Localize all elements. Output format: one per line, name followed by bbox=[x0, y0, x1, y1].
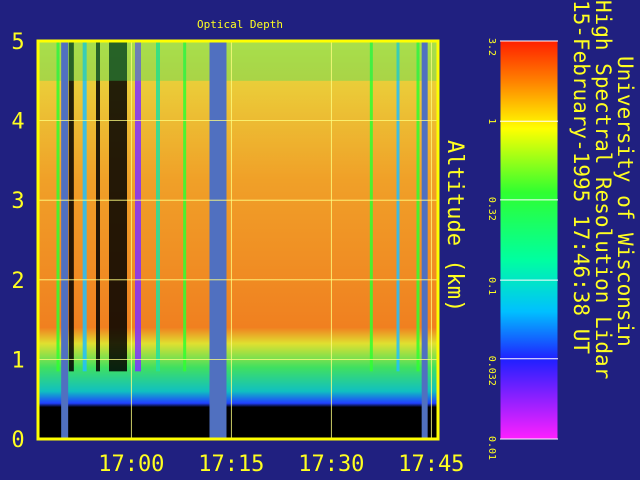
y-axis-ticks: 0 1 2 3 4 5 bbox=[11, 30, 24, 453]
cloud-streak bbox=[82, 41, 87, 372]
data-gap bbox=[421, 41, 428, 439]
colorbar-tick-label: 0.032 bbox=[486, 356, 497, 386]
cloud-streak bbox=[369, 41, 373, 372]
y-axis-label: Altitude (km) bbox=[442, 140, 467, 312]
cloud-streak bbox=[56, 41, 60, 372]
upper-noise-band bbox=[38, 41, 438, 81]
y-tick-label: 1 bbox=[11, 348, 24, 373]
cloud-streak bbox=[183, 41, 187, 372]
x-axis-ticks: 17:00 17:15 17:30 17:45 bbox=[98, 452, 464, 477]
cloud-streak bbox=[68, 41, 74, 372]
colorbar-tick-label: 0.1 bbox=[486, 277, 497, 295]
cloud-streak bbox=[156, 41, 160, 372]
chart-title: Optical Depth bbox=[197, 18, 283, 31]
y-tick-label: 4 bbox=[11, 110, 24, 135]
institution-label: University of Wisconsin bbox=[613, 56, 637, 347]
colorbar-tick-label: 3.2 bbox=[486, 38, 497, 56]
instrument-label: High Spectral Resolution Lidar bbox=[591, 0, 615, 379]
x-tick-label: 17:45 bbox=[398, 452, 464, 477]
cloud-streak bbox=[135, 41, 141, 372]
x-tick-label: 17:15 bbox=[198, 452, 264, 477]
data-gap bbox=[209, 41, 227, 439]
y-tick-label: 2 bbox=[11, 269, 24, 294]
colorbar-tick-label: 0.32 bbox=[486, 197, 497, 221]
cloud-streak bbox=[96, 41, 100, 372]
cloud-streak bbox=[416, 41, 420, 372]
x-tick-label: 17:00 bbox=[98, 452, 164, 477]
colorbar-tick-label: 0.01 bbox=[486, 436, 497, 460]
lidar-figure: Optical Depth 0 1 2 3 4 5 17:00 17:15 17:30 17:4… bbox=[11, 0, 637, 477]
x-tick-label: 17:30 bbox=[298, 452, 364, 477]
cloud-streak bbox=[109, 41, 127, 372]
colorbar-tick-label: 1 bbox=[486, 118, 497, 124]
y-tick-label: 5 bbox=[11, 30, 24, 55]
colorbar bbox=[499, 40, 559, 440]
y-tick-label: 0 bbox=[11, 428, 24, 453]
y-tick-label: 3 bbox=[11, 189, 24, 214]
cloud-streak bbox=[396, 41, 400, 372]
data-gap bbox=[61, 41, 69, 439]
timestamp-label: 15-February-1995 17:46:38 UT bbox=[569, 0, 593, 354]
